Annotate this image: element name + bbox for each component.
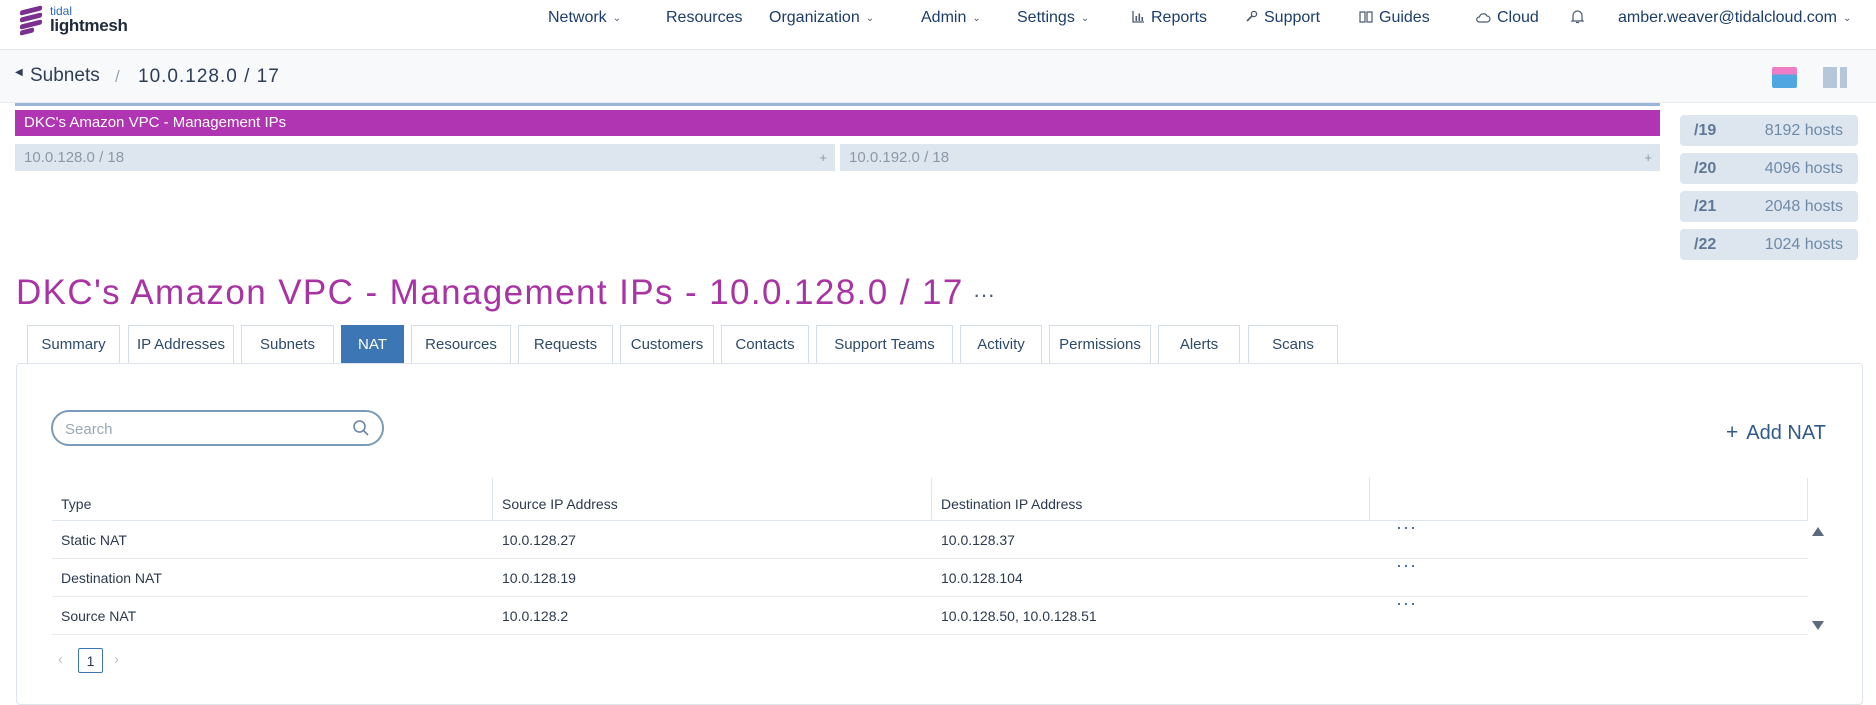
pagination-current-page[interactable]: 1 — [78, 648, 103, 673]
nav-settings[interactable]: Settings ⌄ — [1017, 9, 1089, 27]
nat-source: 10.0.128.19 — [502, 570, 576, 586]
tab-alerts[interactable]: Alerts — [1158, 325, 1240, 363]
add-nat-button[interactable]: + Add NAT — [1726, 421, 1826, 445]
column-header-source[interactable]: Source IP Address — [493, 478, 932, 520]
nat-type: Source NAT — [61, 608, 137, 624]
table-row[interactable]: Static NAT 10.0.128.27 10.0.128.37 ··· — [52, 517, 1808, 559]
chevron-down-icon: ⌄ — [612, 12, 622, 24]
tab-scans[interactable]: Scans — [1248, 325, 1338, 363]
host-size-chip[interactable]: /21 2048 hosts — [1680, 191, 1858, 222]
search-icon[interactable] — [352, 419, 370, 437]
nav-organization[interactable]: Organization ⌄ — [769, 9, 874, 27]
tab-summary[interactable]: Summary — [27, 325, 120, 363]
bar-chart-icon — [1132, 10, 1145, 26]
subnet-map-child[interactable]: 10.0.128.0 / 18 + — [15, 144, 835, 171]
scroll-up-icon[interactable] — [1812, 527, 1824, 536]
table-row[interactable]: Destination NAT 10.0.128.19 10.0.128.104… — [52, 555, 1808, 597]
nat-type: Static NAT — [61, 532, 127, 548]
tab-permissions[interactable]: Permissions — [1049, 325, 1151, 363]
nav-cloud[interactable]: Cloud — [1475, 9, 1539, 27]
tab-activity[interactable]: Activity — [960, 325, 1042, 363]
page-title: DKC's Amazon VPC - Management IPs - 10.0… — [16, 273, 964, 312]
nav-network[interactable]: Network ⌄ — [548, 9, 621, 27]
wrench-icon — [1245, 10, 1258, 26]
host-size-chip[interactable]: /20 4096 hosts — [1680, 153, 1858, 184]
subnet-map-child[interactable]: 10.0.192.0 / 18 + — [840, 144, 1660, 171]
nav-reports[interactable]: Reports — [1132, 9, 1207, 27]
chevron-left-icon[interactable]: ‹ — [58, 651, 63, 668]
chevron-down-icon: ⌄ — [972, 12, 981, 24]
logo-icon — [18, 5, 44, 36]
row-more-icon[interactable]: ··· — [1396, 593, 1417, 614]
breadcrumb-current: 10.0.128.0 / 17 — [138, 66, 280, 87]
app-logo[interactable]: tidal lightmesh — [18, 2, 128, 36]
nav-admin[interactable]: Admin ⌄ — [921, 9, 981, 27]
more-options-icon[interactable]: ··· — [973, 282, 995, 308]
logo-name: lightmesh — [50, 15, 128, 35]
top-nav: tidal lightmesh Network ⌄ Resources Organ… — [0, 0, 1876, 50]
nav-guides[interactable]: Guides — [1359, 9, 1430, 27]
chevron-down-icon: ⌄ — [1080, 12, 1090, 24]
nat-source: 10.0.128.27 — [502, 532, 576, 548]
add-subnet-icon[interactable]: + — [1644, 144, 1652, 171]
nat-type: Destination NAT — [61, 570, 162, 586]
nat-destination: 10.0.128.50, 10.0.128.51 — [941, 608, 1097, 624]
tab-nat[interactable]: NAT — [341, 325, 404, 363]
subnet-map-parent-line — [15, 103, 1660, 106]
tab-subnets[interactable]: Subnets — [241, 325, 334, 363]
tab-ip-addresses[interactable]: IP Addresses — [128, 325, 234, 363]
scroll-down-icon[interactable] — [1812, 621, 1824, 630]
breadcrumb: ◀ Subnets / 10.0.128.0 / 17 — [0, 50, 1876, 103]
bell-icon — [1570, 9, 1585, 27]
tab-resources[interactable]: Resources — [411, 325, 511, 363]
plus-icon: + — [1726, 421, 1739, 444]
nat-destination: 10.0.128.104 — [941, 570, 1023, 586]
chevron-right-icon[interactable]: › — [114, 651, 119, 668]
column-header-type[interactable]: Type — [52, 478, 493, 520]
column-header-destination[interactable]: Destination IP Address — [932, 478, 1370, 520]
nav-support[interactable]: Support — [1245, 9, 1320, 27]
column-header-actions — [1370, 478, 1808, 520]
row-more-icon[interactable]: ··· — [1396, 555, 1417, 576]
row-more-icon[interactable]: ··· — [1396, 517, 1417, 538]
search-field[interactable] — [51, 410, 384, 446]
table-header: Type Source IP Address Destination IP Ad… — [52, 478, 1808, 521]
host-size-chip[interactable]: /19 8192 hosts — [1680, 115, 1858, 146]
chevron-down-icon: ⌄ — [1843, 12, 1852, 24]
breadcrumb-separator: / — [115, 67, 120, 86]
tab-customers[interactable]: Customers — [620, 325, 714, 363]
cloud-icon — [1475, 11, 1491, 26]
tab-requests[interactable]: Requests — [518, 325, 613, 363]
logo-small-text: tidal — [50, 3, 73, 18]
map-view-toggle-icon[interactable] — [1772, 67, 1797, 88]
user-menu[interactable]: amber.weaver@tidalcloud.com ⌄ — [1618, 9, 1851, 27]
search-input[interactable] — [63, 418, 337, 440]
book-icon — [1359, 10, 1373, 26]
subnet-map-current[interactable]: DKC's Amazon VPC - Management IPs — [15, 110, 1660, 136]
notifications-button[interactable] — [1570, 9, 1585, 27]
tab-contacts[interactable]: Contacts — [721, 325, 809, 363]
table-row[interactable]: Source NAT 10.0.128.2 10.0.128.50, 10.0.… — [52, 593, 1808, 635]
host-size-chip[interactable]: /22 1024 hosts — [1680, 229, 1858, 260]
back-arrow-icon[interactable]: ◀ — [15, 67, 23, 78]
nat-source: 10.0.128.2 — [502, 608, 569, 624]
tab-support-teams[interactable]: Support Teams — [816, 325, 953, 363]
nav-resources[interactable]: Resources — [666, 9, 742, 27]
split-view-toggle-icon[interactable] — [1823, 67, 1847, 88]
chevron-down-icon: ⌄ — [865, 12, 875, 24]
breadcrumb-parent[interactable]: Subnets — [30, 65, 100, 87]
add-subnet-icon[interactable]: + — [819, 144, 827, 171]
nat-destination: 10.0.128.37 — [941, 532, 1015, 548]
